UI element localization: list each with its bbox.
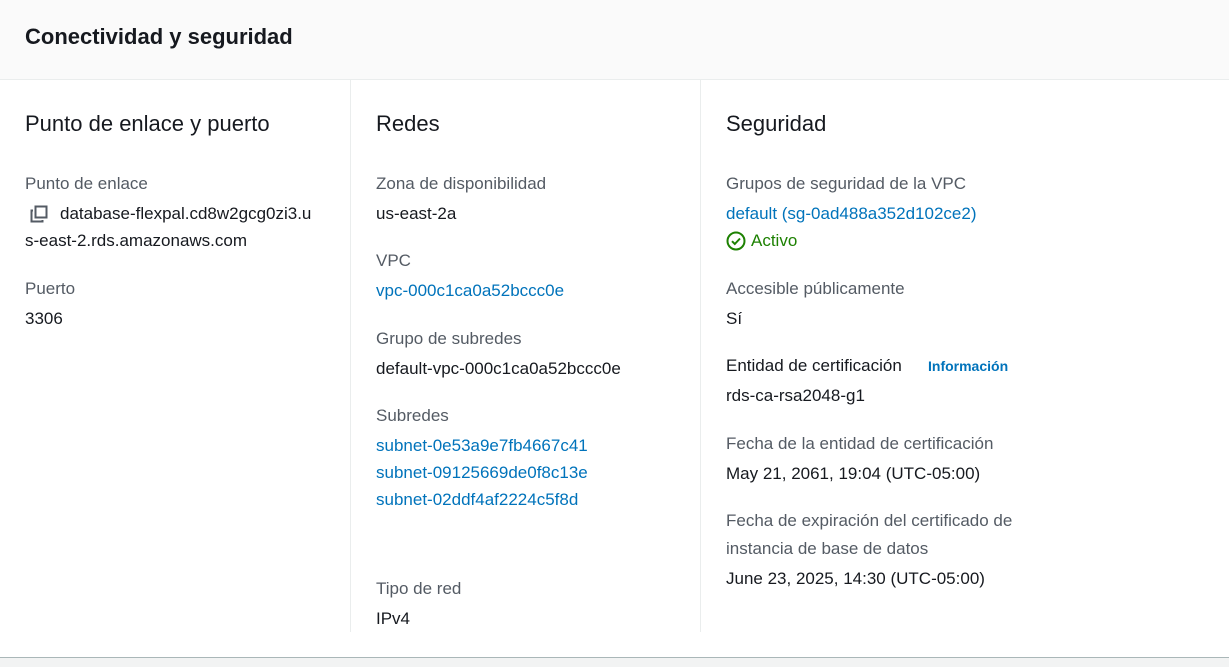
status-text: Activo bbox=[751, 231, 798, 250]
security-section-title: Seguridad bbox=[726, 111, 827, 136]
cert-expiration-label-line2: instancia de base de datos bbox=[726, 539, 929, 558]
networking-section-title: Redes bbox=[376, 111, 440, 136]
security-group-status: Activo bbox=[726, 231, 797, 251]
certificate-authority-value: rds-ca-rsa2048-g1 bbox=[726, 386, 865, 405]
vpc-link[interactable]: vpc-000c1ca0a52bccc0e bbox=[376, 281, 564, 301]
availability-zone-value: us-east-2a bbox=[376, 204, 457, 223]
panel-title: Conectividad y seguridad bbox=[25, 24, 293, 49]
endpoint-section-title: Punto de enlace y puerto bbox=[25, 111, 270, 136]
subnet-link[interactable]: subnet-02ddf4af2224c5f8d bbox=[376, 490, 578, 510]
connectivity-security-panel: Conectividad y seguridad Punto de enlace… bbox=[0, 0, 1229, 658]
network-type-value: IPv4 bbox=[376, 609, 411, 628]
subnet-link[interactable]: subnet-0e53a9e7fb4667c41 bbox=[376, 436, 588, 456]
endpoint-column: Punto de enlace y puerto Punto de enlace… bbox=[0, 80, 350, 632]
certificate-authority-label: Entidad de certificación bbox=[726, 356, 902, 375]
check-circle-icon bbox=[726, 231, 751, 251]
cert-expiration-value: June 23, 2025, 14:30 (UTC-05:00) bbox=[726, 569, 985, 588]
ca-date-label: Fecha de la entidad de certificación bbox=[726, 434, 994, 453]
subnet-group-label: Grupo de subredes bbox=[376, 329, 522, 348]
certificate-authority-info-link[interactable]: Información bbox=[928, 358, 1008, 374]
vpc-label: VPC bbox=[376, 251, 411, 270]
panel-header: Conectividad y seguridad bbox=[0, 0, 1229, 80]
port-value: 3306 bbox=[25, 309, 63, 328]
availability-zone-label: Zona de disponibilidad bbox=[376, 174, 547, 193]
endpoint-value-line1: database-flexpal.cd8w2gcg0zi3.u bbox=[60, 204, 312, 223]
ca-date-value: May 21, 2061, 19:04 (UTC-05:00) bbox=[726, 464, 981, 483]
subnet-group-value: default-vpc-000c1ca0a52bccc0e bbox=[376, 359, 621, 378]
subnets-label: Subredes bbox=[376, 406, 449, 425]
public-access-label: Accesible públicamente bbox=[726, 279, 905, 298]
port-label: Puerto bbox=[25, 279, 76, 298]
subnet-link[interactable]: subnet-09125669de0f8c13e bbox=[376, 463, 588, 483]
copy-icon[interactable] bbox=[29, 204, 49, 224]
security-group-link[interactable]: default (sg-0ad488a352d102ce2) bbox=[726, 204, 976, 224]
security-column: Seguridad Grupos de seguridad de la VPC … bbox=[700, 80, 1229, 632]
security-groups-label: Grupos de seguridad de la VPC bbox=[726, 174, 967, 193]
networking-column: Redes Zona de disponibilidad us-east-2a … bbox=[350, 80, 701, 632]
network-type-label: Tipo de red bbox=[376, 579, 462, 598]
endpoint-label: Punto de enlace bbox=[25, 174, 148, 193]
cert-expiration-label-line1: Fecha de expiración del certificado de bbox=[726, 511, 1013, 530]
endpoint-value-line2: s-east-2.rds.amazonaws.com bbox=[25, 231, 248, 250]
public-access-value: Sí bbox=[726, 309, 743, 328]
